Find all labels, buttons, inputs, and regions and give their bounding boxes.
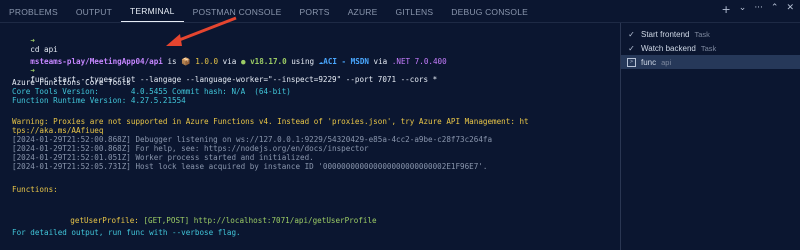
- tab-debug-console[interactable]: DEBUG CONSOLE: [442, 4, 537, 22]
- close-icon[interactable]: ✕: [786, 3, 794, 16]
- log-line: [2024-01-29T21:52:00.868Z] For help, see…: [12, 144, 369, 153]
- warning-line: Warning: Proxies are not supported in Az…: [12, 117, 529, 126]
- terminal-item-start-frontend[interactable]: ✓ Start frontend Task: [621, 27, 800, 41]
- panel-tab-bar: PROBLEMS OUTPUT TERMINAL POSTMAN CONSOLE…: [0, 0, 800, 23]
- output-line: Function Runtime Version: 4.27.5.21554: [12, 96, 186, 105]
- output-line: For detailed output, run func with --ver…: [12, 228, 241, 237]
- function-url[interactable]: [GET,POST] http://localhost:7071/api/get…: [139, 216, 376, 225]
- prompt-arrow: ➜: [30, 66, 35, 76]
- log-line: [2024-01-29T21:52:00.868Z] Debugger list…: [12, 135, 493, 144]
- task-label: Start frontend: [641, 29, 690, 39]
- log-line: [2024-01-29T21:52:01.051Z] Worker proces…: [12, 153, 314, 162]
- maximize-icon[interactable]: ⌃: [771, 3, 779, 16]
- chevron-down-icon[interactable]: ⌄: [739, 3, 747, 16]
- tab-ports[interactable]: PORTS: [291, 4, 339, 22]
- prompt-arrow: ➜: [30, 36, 35, 46]
- terminal-list: ✓ Start frontend Task ✓ Watch backend Ta…: [620, 23, 800, 250]
- log-line: [2024-01-29T21:52:05.731Z] Host lock lea…: [12, 162, 488, 171]
- task-sub: Task: [694, 29, 710, 39]
- tab-gitlens[interactable]: GITLENS: [387, 4, 443, 22]
- output-line: Azure Functions Core Tools: [12, 78, 131, 87]
- terminal-item-func[interactable]: > func api: [621, 55, 800, 69]
- warning-line: tps://aka.ms/AAfiueq: [12, 126, 104, 135]
- task-sub: Task: [700, 43, 717, 53]
- task-sub: api: [661, 57, 672, 67]
- task-label: func: [641, 57, 657, 67]
- terminal-item-watch-backend[interactable]: ✓ Watch backend Task: [621, 41, 800, 55]
- more-icon[interactable]: ···: [754, 3, 763, 16]
- functions-heading: Functions:: [12, 185, 58, 194]
- add-terminal-icon[interactable]: +: [722, 3, 731, 16]
- tab-output[interactable]: OUTPUT: [67, 4, 121, 22]
- tab-azure[interactable]: AZURE: [339, 4, 387, 22]
- tab-problems[interactable]: PROBLEMS: [0, 4, 67, 22]
- terminal-output[interactable]: ➜ cd api msteams-play/MeetingApp04/api i…: [0, 23, 615, 250]
- check-icon: ✓: [628, 43, 635, 53]
- check-icon: ✓: [628, 29, 635, 39]
- output-line: Core Tools Version: 4.0.5455 Commit hash…: [12, 87, 291, 96]
- panel-actions: + ⌄ ··· ⌃ ✕: [722, 3, 794, 16]
- function-name: getUserProfile:: [70, 216, 139, 226]
- task-label: Watch backend: [641, 43, 696, 53]
- terminal-icon: >: [627, 57, 636, 67]
